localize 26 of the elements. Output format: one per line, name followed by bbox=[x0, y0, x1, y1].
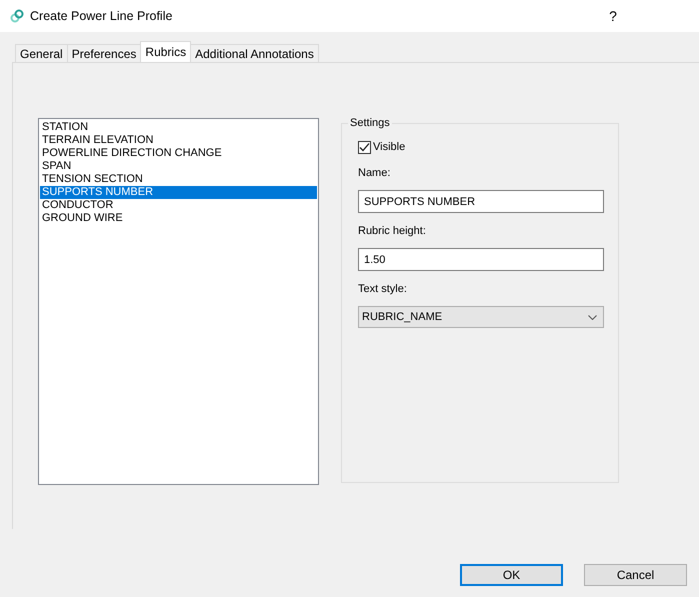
rubric-height-field[interactable]: 1.50 bbox=[358, 248, 604, 271]
tab[interactable]: Additional Annotations bbox=[190, 44, 319, 62]
field-label: Text style: bbox=[358, 283, 408, 297]
rubric-list-item[interactable]: POWERLINE DIRECTION CHANGE bbox=[40, 147, 317, 160]
window-title: Create Power Line Profile bbox=[30, 9, 174, 23]
visible-checkbox[interactable] bbox=[358, 140, 371, 154]
help-button[interactable]: ? bbox=[593, 1, 633, 31]
tab[interactable]: Rubrics bbox=[140, 41, 192, 62]
text-style-dropdown[interactable]: RUBRIC_NAME bbox=[358, 306, 604, 328]
field-label: Name: bbox=[358, 167, 392, 181]
tab[interactable]: General bbox=[15, 44, 68, 62]
app-logo-icon bbox=[10, 9, 24, 23]
name-field[interactable]: SUPPORTS NUMBER bbox=[358, 190, 604, 213]
rubric-list-item[interactable]: GROUND WIRE bbox=[40, 212, 317, 225]
rubric-list-item[interactable]: CONDUCTOR bbox=[40, 199, 317, 212]
rubric-list-item[interactable]: TENSION SECTION bbox=[40, 173, 317, 186]
dialog-button[interactable]: OK bbox=[460, 564, 563, 586]
field-label: Rubric height: bbox=[358, 225, 427, 239]
rubric-list-item[interactable]: TERRAIN ELEVATION bbox=[40, 134, 317, 147]
rubric-list-item[interactable]: SUPPORTS NUMBER bbox=[40, 186, 317, 199]
chevron-down-icon bbox=[588, 314, 597, 320]
rubric-list-item[interactable]: STATION bbox=[40, 121, 317, 134]
group-title: Settings bbox=[349, 117, 391, 129]
dialog-button[interactable]: Cancel bbox=[584, 564, 687, 586]
rubric-list-item[interactable]: SPAN bbox=[40, 160, 317, 173]
checkbox-label: Visible bbox=[373, 141, 406, 153]
